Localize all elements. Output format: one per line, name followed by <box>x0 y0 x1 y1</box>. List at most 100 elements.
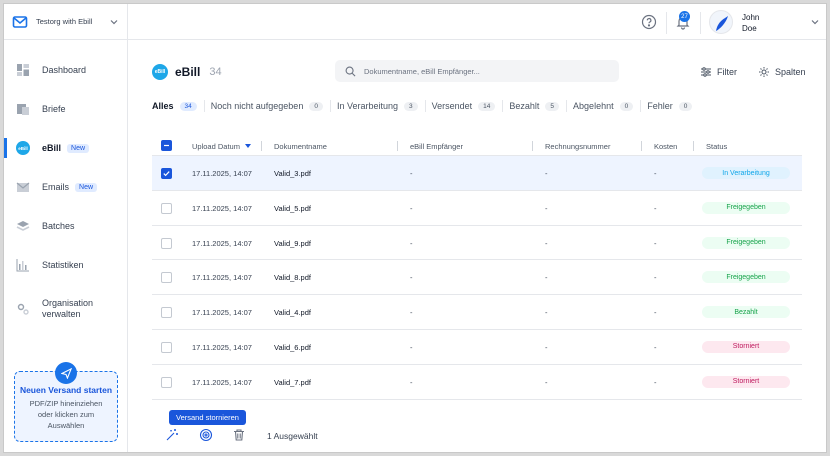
tab-alles[interactable]: Alles 34 <box>152 100 205 112</box>
sidebar-item-dashboard[interactable]: Dashboard <box>4 58 128 82</box>
column-divider <box>641 141 642 151</box>
col-dokumentname[interactable]: Dokumentname <box>274 142 327 151</box>
magic-wand-icon[interactable] <box>165 428 179 442</box>
row-checkbox[interactable] <box>161 341 172 353</box>
ebill-icon: eBill <box>16 141 30 155</box>
table-row[interactable]: 17.11.2025, 14:07 Valid_7.pdf - - - Stor… <box>152 365 802 400</box>
table-row[interactable]: 17.11.2025, 14:07 Valid_8.pdf - - - Frei… <box>152 260 802 296</box>
document-name[interactable]: Valid_7.pdf <box>274 378 311 387</box>
ebill-recipient: - <box>410 273 413 283</box>
upload-date: 17.11.2025, 14:07 <box>192 203 252 213</box>
ebill-recipient: - <box>410 342 413 352</box>
upload-date: 17.11.2025, 14:07 <box>192 169 252 178</box>
trash-icon[interactable] <box>232 428 246 442</box>
sliders-icon <box>701 67 711 77</box>
table-header: Upload Datum Dokumentname eBill Empfänge… <box>152 136 802 156</box>
invoice-number: - <box>545 308 548 318</box>
mail-icon <box>16 182 30 192</box>
check-icon <box>163 171 170 177</box>
invoice-number: - <box>545 377 548 387</box>
sidebar: Testorg with Ebill Dashboard Briefe eBil… <box>4 4 128 452</box>
notification-count: 27 <box>679 11 690 22</box>
col-status[interactable]: Status <box>706 142 727 151</box>
org-name: Testorg with Ebill <box>36 17 93 26</box>
document-name[interactable]: Valid_9.pdf <box>274 239 311 248</box>
ebill-recipient: - <box>410 377 413 387</box>
ebill-recipient: - <box>410 238 413 248</box>
column-divider <box>397 141 398 151</box>
ebill-icon: eBill <box>152 64 168 80</box>
gear-icon <box>759 67 769 77</box>
invoice-number: - <box>545 169 548 178</box>
document-name[interactable]: Valid_6.pdf <box>274 343 311 352</box>
table-row[interactable]: 17.11.2025, 14:07 Valid_4.pdf - - - Beza… <box>152 295 802 330</box>
cancel-icon[interactable] <box>199 428 213 442</box>
row-checkbox[interactable] <box>161 168 172 179</box>
tab-count: 3 <box>404 101 418 111</box>
org-switcher[interactable]: Testorg with Ebill <box>4 4 127 40</box>
sidebar-item-batches[interactable]: Batches <box>4 214 128 238</box>
tab-noch-nicht-aufgegeben[interactable]: Noch nicht aufgegeben 0 <box>211 100 331 112</box>
tab-fehler[interactable]: Fehler 0 <box>647 100 699 112</box>
document-name[interactable]: Valid_8.pdf <box>274 273 311 282</box>
upload-hint: PDF/ZIP hineinziehen oder klicken zum Au… <box>29 399 103 430</box>
invoice-number: - <box>545 203 548 213</box>
row-checkbox[interactable] <box>161 376 172 388</box>
row-checkbox[interactable] <box>161 307 172 319</box>
table-row[interactable]: 17.11.2025, 14:07 Valid_3.pdf - - - In V… <box>152 156 802 191</box>
avatar[interactable] <box>709 10 733 34</box>
sidebar-item-emails[interactable]: Emails New <box>4 175 128 199</box>
row-checkbox[interactable] <box>161 237 172 249</box>
chevron-down-icon[interactable] <box>810 17 820 27</box>
help-icon[interactable] <box>641 14 657 30</box>
new-badge: New <box>75 182 98 192</box>
document-name[interactable]: Valid_4.pdf <box>274 308 311 317</box>
search-bar[interactable] <box>335 60 619 82</box>
tab-abgelehnt[interactable]: Abgelehnt 0 <box>573 100 642 112</box>
document-name[interactable]: Valid_5.pdf <box>274 204 311 213</box>
tab-count: 14 <box>478 101 496 111</box>
status-badge: Storniert <box>702 340 790 353</box>
send-button[interactable] <box>55 362 77 384</box>
tab-count: 5 <box>545 101 560 111</box>
row-checkbox[interactable] <box>161 272 172 284</box>
tab-count: 0 <box>619 101 634 111</box>
table-row[interactable]: 17.11.2025, 14:07 Valid_9.pdf - - - Frei… <box>152 226 802 261</box>
tab-bezahlt[interactable]: Bezahlt 5 <box>509 100 568 112</box>
col-upload-datum[interactable]: Upload Datum <box>192 142 240 151</box>
columns-button[interactable]: Spalten <box>758 66 806 78</box>
col-ebill-empfaenger[interactable]: eBill Empfänger <box>410 142 463 151</box>
upload-date: 17.11.2025, 14:07 <box>192 377 252 387</box>
col-kosten[interactable]: Kosten <box>654 142 677 151</box>
status-badge: Freigegeben <box>702 236 790 249</box>
sort-desc-icon[interactable] <box>245 144 251 148</box>
upload-date: 17.11.2025, 14:07 <box>192 238 252 248</box>
upload-dropzone[interactable]: Neuen Versand starten PDF/ZIP hineinzieh… <box>14 362 118 442</box>
filter-button[interactable]: Filter <box>700 66 737 78</box>
document-name[interactable]: Valid_3.pdf <box>274 169 311 178</box>
table-row[interactable]: 17.11.2025, 14:07 Valid_5.pdf - - - Frei… <box>152 191 802 226</box>
cost: - <box>654 308 657 318</box>
sidebar-item-ebill[interactable]: eBill eBill New <box>4 136 128 160</box>
ebill-recipient: - <box>410 308 413 318</box>
sidebar-item-briefe[interactable]: Briefe <box>4 97 128 121</box>
sidebar-item-statistiken[interactable]: Statistiken <box>4 253 128 277</box>
main-content: eBill eBill 34 Filter Spalten Alles34 No… <box>128 40 826 452</box>
table-row[interactable]: 17.11.2025, 14:07 Valid_6.pdf - - - Stor… <box>152 330 802 365</box>
envelope-icon <box>12 15 28 28</box>
documents-table: Upload Datum Dokumentname eBill Empfänge… <box>152 136 802 400</box>
col-rechnungsnummer[interactable]: Rechnungsnummer <box>545 142 610 151</box>
search-input[interactable] <box>364 66 594 76</box>
cost: - <box>654 169 657 178</box>
page-title: eBill <box>175 65 201 79</box>
tab-versendet[interactable]: Versendet 14 <box>432 100 504 112</box>
user-name[interactable]: John Doe <box>742 12 759 34</box>
tab-in-verarbeitung[interactable]: In Verarbeitung 3 <box>337 100 426 112</box>
sidebar-item-organisation[interactable]: Organisation verwalten <box>4 294 128 324</box>
tab-count: 34 <box>179 101 197 111</box>
select-all-checkbox[interactable] <box>161 140 172 151</box>
invoice-number: - <box>545 342 548 352</box>
row-checkbox[interactable] <box>161 202 172 214</box>
search-icon <box>345 66 356 76</box>
bar-chart-icon <box>16 259 29 272</box>
